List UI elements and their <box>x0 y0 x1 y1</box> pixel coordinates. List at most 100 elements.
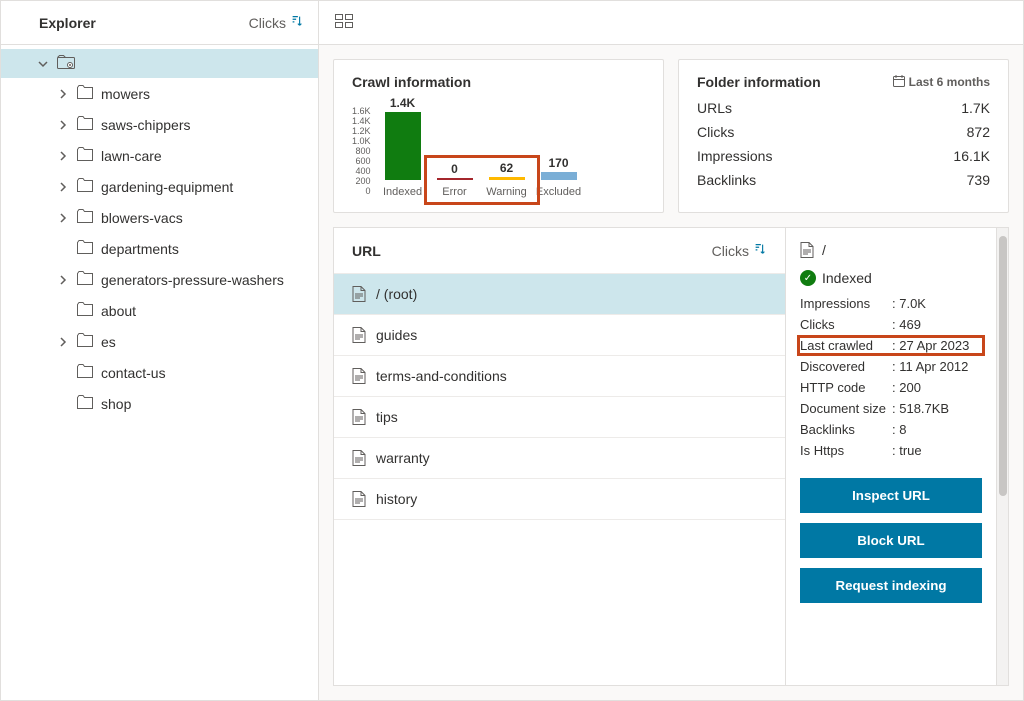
url-detail-panel: / ✓ Indexed Impressions7.0KClicks469Last… <box>785 227 997 686</box>
folder-stat-impressions: Impressions16.1K <box>697 148 990 164</box>
detail-key: Clicks <box>800 317 892 332</box>
sidebar-item-label: saws-chippers <box>101 117 190 133</box>
url-label: history <box>376 491 417 507</box>
chevron-right-icon <box>57 182 69 192</box>
y-tick: 200 <box>355 176 370 186</box>
detail-value: 27 Apr 2023 <box>892 338 969 353</box>
bar-value: 62 <box>481 161 533 175</box>
grid-view-icon[interactable] <box>331 10 357 35</box>
chart-bar-indexed[interactable]: 1.4K Indexed <box>377 96 429 198</box>
folder-icon <box>77 394 93 413</box>
detail-http-code: HTTP code200 <box>800 380 982 395</box>
sort-desc-icon <box>753 242 767 259</box>
bar-rect <box>385 112 421 180</box>
sidebar-item-contact-us[interactable]: contact-us <box>1 357 318 388</box>
explorer-sidebar: Explorer Clicks <box>1 1 319 700</box>
crawl-info-card: Crawl information 02004006008001.0K1.2K1… <box>333 59 664 213</box>
y-tick: 1.2K <box>352 126 371 136</box>
chart-bar-error[interactable]: 0 Error <box>429 162 481 198</box>
bar-label: Indexed <box>377 186 429 198</box>
document-icon <box>352 491 366 507</box>
detail-value: 8 <box>892 422 906 437</box>
detail-last-crawled: Last crawled27 Apr 2023 <box>797 335 985 356</box>
chevron-right-icon <box>57 120 69 130</box>
block-url-button[interactable]: Block URL <box>800 523 982 558</box>
sidebar-item-departments[interactable]: departments <box>1 233 318 264</box>
sidebar-item-generators-pressure-washers[interactable]: generators-pressure-washers <box>1 264 318 295</box>
url-row[interactable]: guides <box>334 315 785 356</box>
period-label: Last 6 months <box>909 75 990 89</box>
folder-icon <box>77 146 93 165</box>
bar-value: 0 <box>429 162 481 176</box>
detail-key: Document size <box>800 401 892 416</box>
y-tick: 1.0K <box>352 136 371 146</box>
url-label: terms-and-conditions <box>376 368 507 384</box>
url-list-panel: URL Clicks / (root)guidesterms-and-condi… <box>333 227 785 686</box>
bar-label: Error <box>429 186 481 198</box>
folder-icon <box>77 239 93 258</box>
folder-stat-backlinks: Backlinks739 <box>697 172 990 188</box>
detail-key: Backlinks <box>800 422 892 437</box>
url-row[interactable]: / (root) <box>334 274 785 315</box>
sidebar-item-label: lawn-care <box>101 148 162 164</box>
stat-label: Clicks <box>697 124 734 140</box>
scrollbar-thumb[interactable] <box>999 236 1007 496</box>
detail-value: true <box>892 443 922 458</box>
inspect-url-button[interactable]: Inspect URL <box>800 478 982 513</box>
tree-root[interactable] <box>1 49 318 78</box>
folder-icon <box>77 301 93 320</box>
folder-icon <box>77 332 93 351</box>
url-label: / (root) <box>376 286 417 302</box>
url-sort-label: Clicks <box>712 243 749 259</box>
bar-rect <box>437 178 473 180</box>
folder-icon <box>77 177 93 196</box>
chevron-right-icon <box>57 275 69 285</box>
folder-icon <box>77 270 93 289</box>
bar-rect <box>489 177 525 180</box>
url-row[interactable]: history <box>334 479 785 520</box>
chart-bar-excluded[interactable]: 170Excluded <box>533 156 585 198</box>
bar-rect <box>541 172 577 180</box>
y-tick: 600 <box>355 156 370 166</box>
url-sort[interactable]: Clicks <box>712 242 767 259</box>
url-row[interactable]: tips <box>334 397 785 438</box>
folder-stat-urls: URLs1.7K <box>697 100 990 116</box>
period-selector[interactable]: Last 6 months <box>893 75 990 90</box>
chevron-down-icon <box>37 59 49 69</box>
sidebar-item-label: mowers <box>101 86 150 102</box>
stat-value: 16.1K <box>953 148 990 164</box>
bar-value: 1.4K <box>377 96 429 110</box>
url-row[interactable]: warranty <box>334 438 785 479</box>
detail-key: Last crawled <box>800 338 892 353</box>
folder-icon <box>77 208 93 227</box>
sidebar-item-lawn-care[interactable]: lawn-care <box>1 140 318 171</box>
document-icon <box>352 450 366 466</box>
request-indexing-button[interactable]: Request indexing <box>800 568 982 603</box>
sidebar-item-es[interactable]: es <box>1 326 318 357</box>
detail-clicks: Clicks469 <box>800 317 982 332</box>
url-row[interactable]: terms-and-conditions <box>334 356 785 397</box>
sidebar-item-label: generators-pressure-washers <box>101 272 284 288</box>
scrollbar[interactable] <box>997 227 1009 686</box>
sidebar-item-label: contact-us <box>101 365 166 381</box>
detail-impressions: Impressions7.0K <box>800 296 982 311</box>
chevron-right-icon <box>57 89 69 99</box>
main-toolbar <box>319 1 1023 45</box>
chevron-right-icon <box>57 151 69 161</box>
bar-value: 170 <box>533 156 585 170</box>
document-icon <box>352 409 366 425</box>
sidebar-item-about[interactable]: about <box>1 295 318 326</box>
sidebar-item-shop[interactable]: shop <box>1 388 318 419</box>
sidebar-item-label: shop <box>101 396 131 412</box>
sidebar-item-mowers[interactable]: mowers <box>1 78 318 109</box>
chart-bar-warning[interactable]: 62Warning <box>481 161 533 198</box>
detail-key: Impressions <box>800 296 892 311</box>
sidebar-item-gardening-equipment[interactable]: gardening-equipment <box>1 171 318 202</box>
stat-value: 872 <box>967 124 990 140</box>
y-tick: 0 <box>366 186 371 196</box>
folder-info-card: Folder information Last 6 months URLs1.7… <box>678 59 1009 213</box>
sidebar-item-saws-chippers[interactable]: saws-chippers <box>1 109 318 140</box>
folder-info-title: Folder information <box>697 74 821 90</box>
sidebar-sort[interactable]: Clicks <box>249 14 304 31</box>
sidebar-item-blowers-vacs[interactable]: blowers-vacs <box>1 202 318 233</box>
